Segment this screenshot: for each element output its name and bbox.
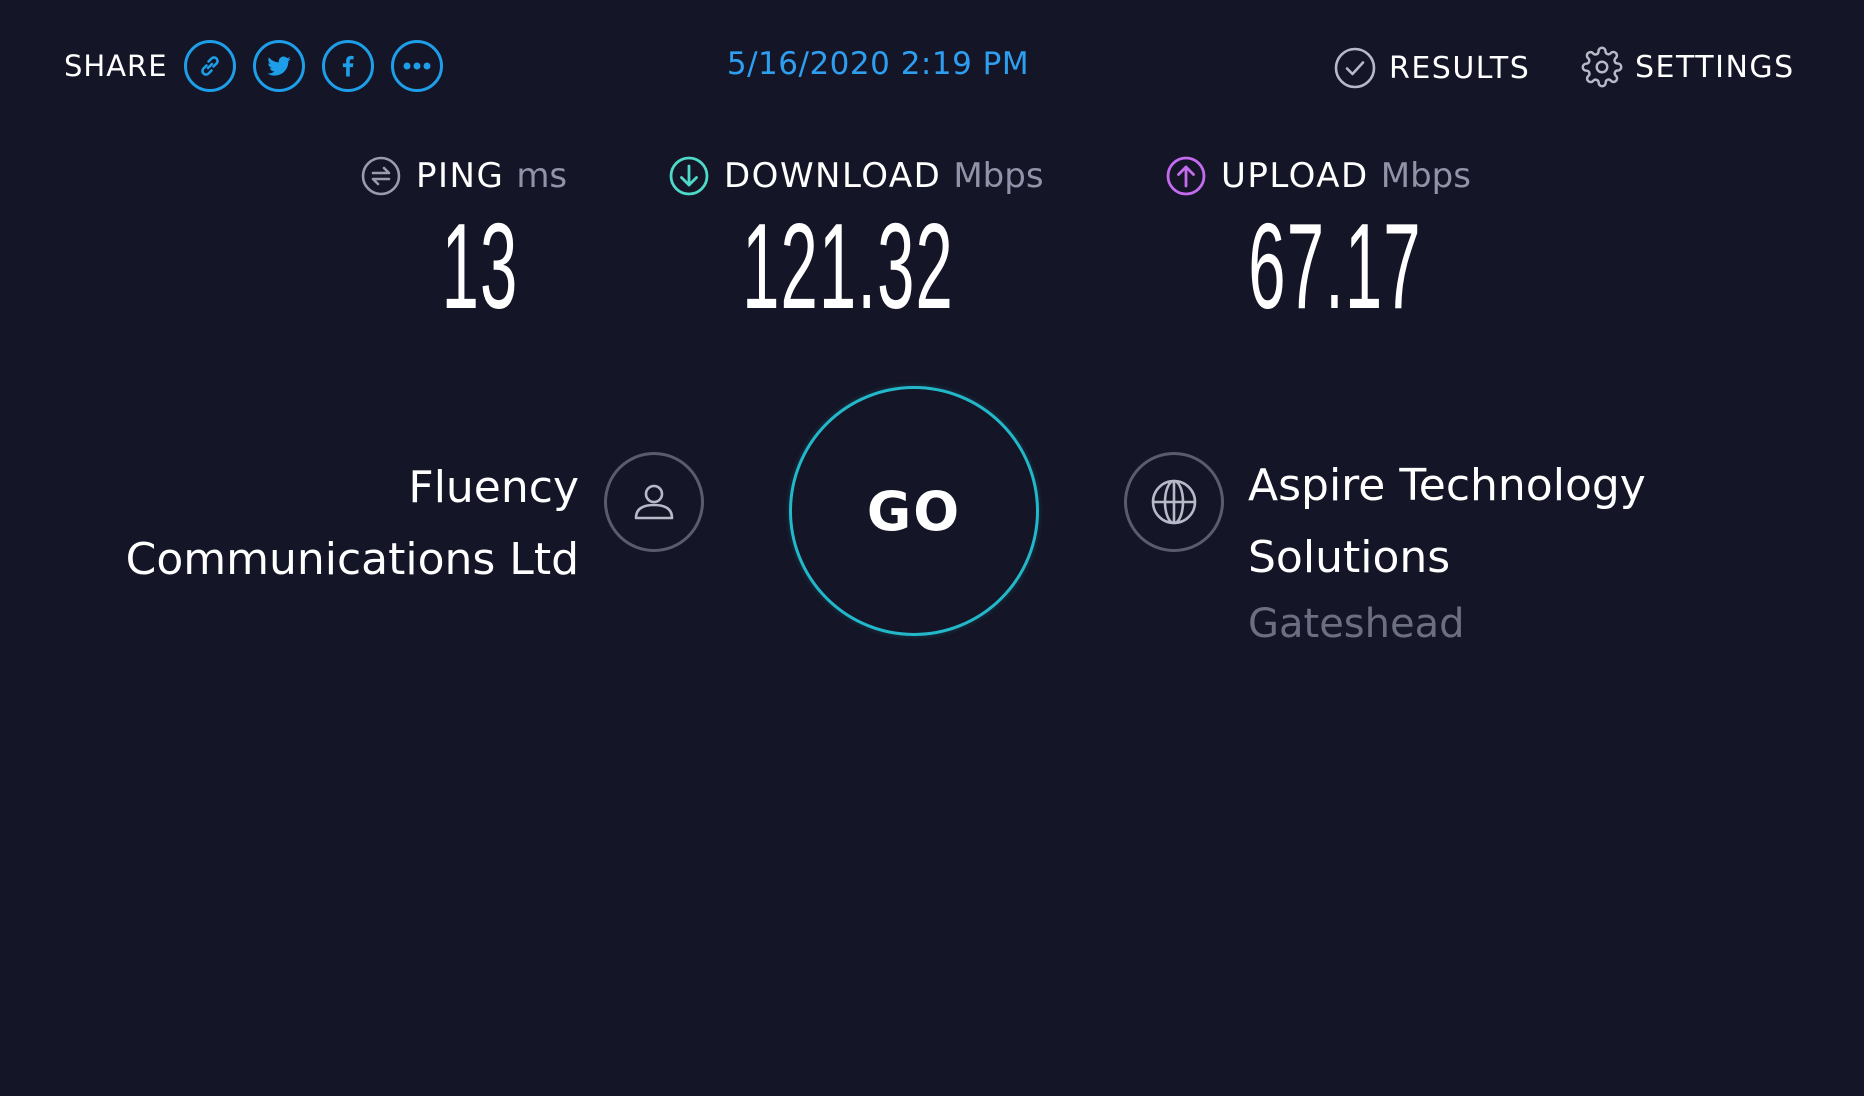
ping-unit: ms	[516, 156, 568, 196]
upload-arrow-icon	[1166, 156, 1206, 196]
user-icon	[634, 484, 674, 520]
server-name-line1: Aspire Technology	[1248, 460, 1646, 511]
download-header: DOWNLOAD Mbps	[668, 155, 1044, 197]
upload-value: 67.17	[1248, 198, 1422, 334]
upload-label: UPLOAD	[1221, 156, 1369, 196]
server-globe-button[interactable]	[1124, 452, 1224, 552]
result-timestamp: 5/16/2020 2:19 PM	[726, 46, 1030, 82]
download-label: DOWNLOAD	[724, 156, 942, 196]
globe-icon	[1151, 479, 1197, 525]
go-button[interactable]: GO	[789, 386, 1039, 636]
ping-value: 13	[441, 198, 519, 334]
ping-header: PING ms	[360, 155, 567, 197]
facebook-icon	[342, 55, 354, 77]
results-label: RESULTS	[1389, 50, 1531, 86]
results-link[interactable]: RESULTS	[1333, 46, 1530, 90]
ping-metric: PING ms 13	[360, 155, 567, 327]
go-label: GO	[866, 479, 962, 543]
upload-header: UPLOAD Mbps	[1165, 155, 1471, 197]
server-location: Gateshead	[1248, 601, 1465, 647]
isp-name-line1: Fluency	[408, 462, 579, 513]
share-facebook-button[interactable]	[321, 40, 374, 92]
download-unit: Mbps	[953, 156, 1044, 196]
share-bar: SHARE	[64, 40, 460, 92]
settings-link[interactable]: SETTINGS	[1581, 46, 1795, 88]
share-link-button[interactable]	[183, 40, 236, 92]
isp-name-line2: Communications Ltd	[125, 534, 579, 585]
upload-unit: Mbps	[1380, 156, 1471, 196]
server-name-line2: Solutions	[1248, 532, 1451, 583]
speedtest-page: SHARE 5/16/2020 2:19 PM RESULTS SETTINGS…	[0, 0, 1864, 1096]
ping-icon	[361, 156, 401, 196]
upload-metric: UPLOAD Mbps 67.17	[1165, 155, 1471, 327]
settings-label: SETTINGS	[1635, 49, 1795, 85]
server-info[interactable]: Aspire Technology Solutions Gateshead	[1248, 450, 1768, 654]
ping-label: PING	[416, 156, 505, 196]
download-value: 121.32	[742, 198, 954, 334]
link-icon	[200, 56, 219, 76]
isp-avatar	[604, 452, 704, 552]
share-twitter-button[interactable]	[252, 40, 305, 92]
check-circle-icon	[1334, 47, 1376, 89]
download-metric: DOWNLOAD Mbps 121.32	[668, 155, 1044, 327]
more-icon	[403, 62, 431, 70]
share-more-button[interactable]	[390, 40, 443, 92]
share-label: SHARE	[64, 49, 168, 83]
isp-name: Fluency Communications Ltd	[59, 452, 579, 596]
download-arrow-icon	[669, 156, 709, 196]
twitter-icon	[266, 56, 291, 76]
gear-icon	[1581, 46, 1623, 88]
